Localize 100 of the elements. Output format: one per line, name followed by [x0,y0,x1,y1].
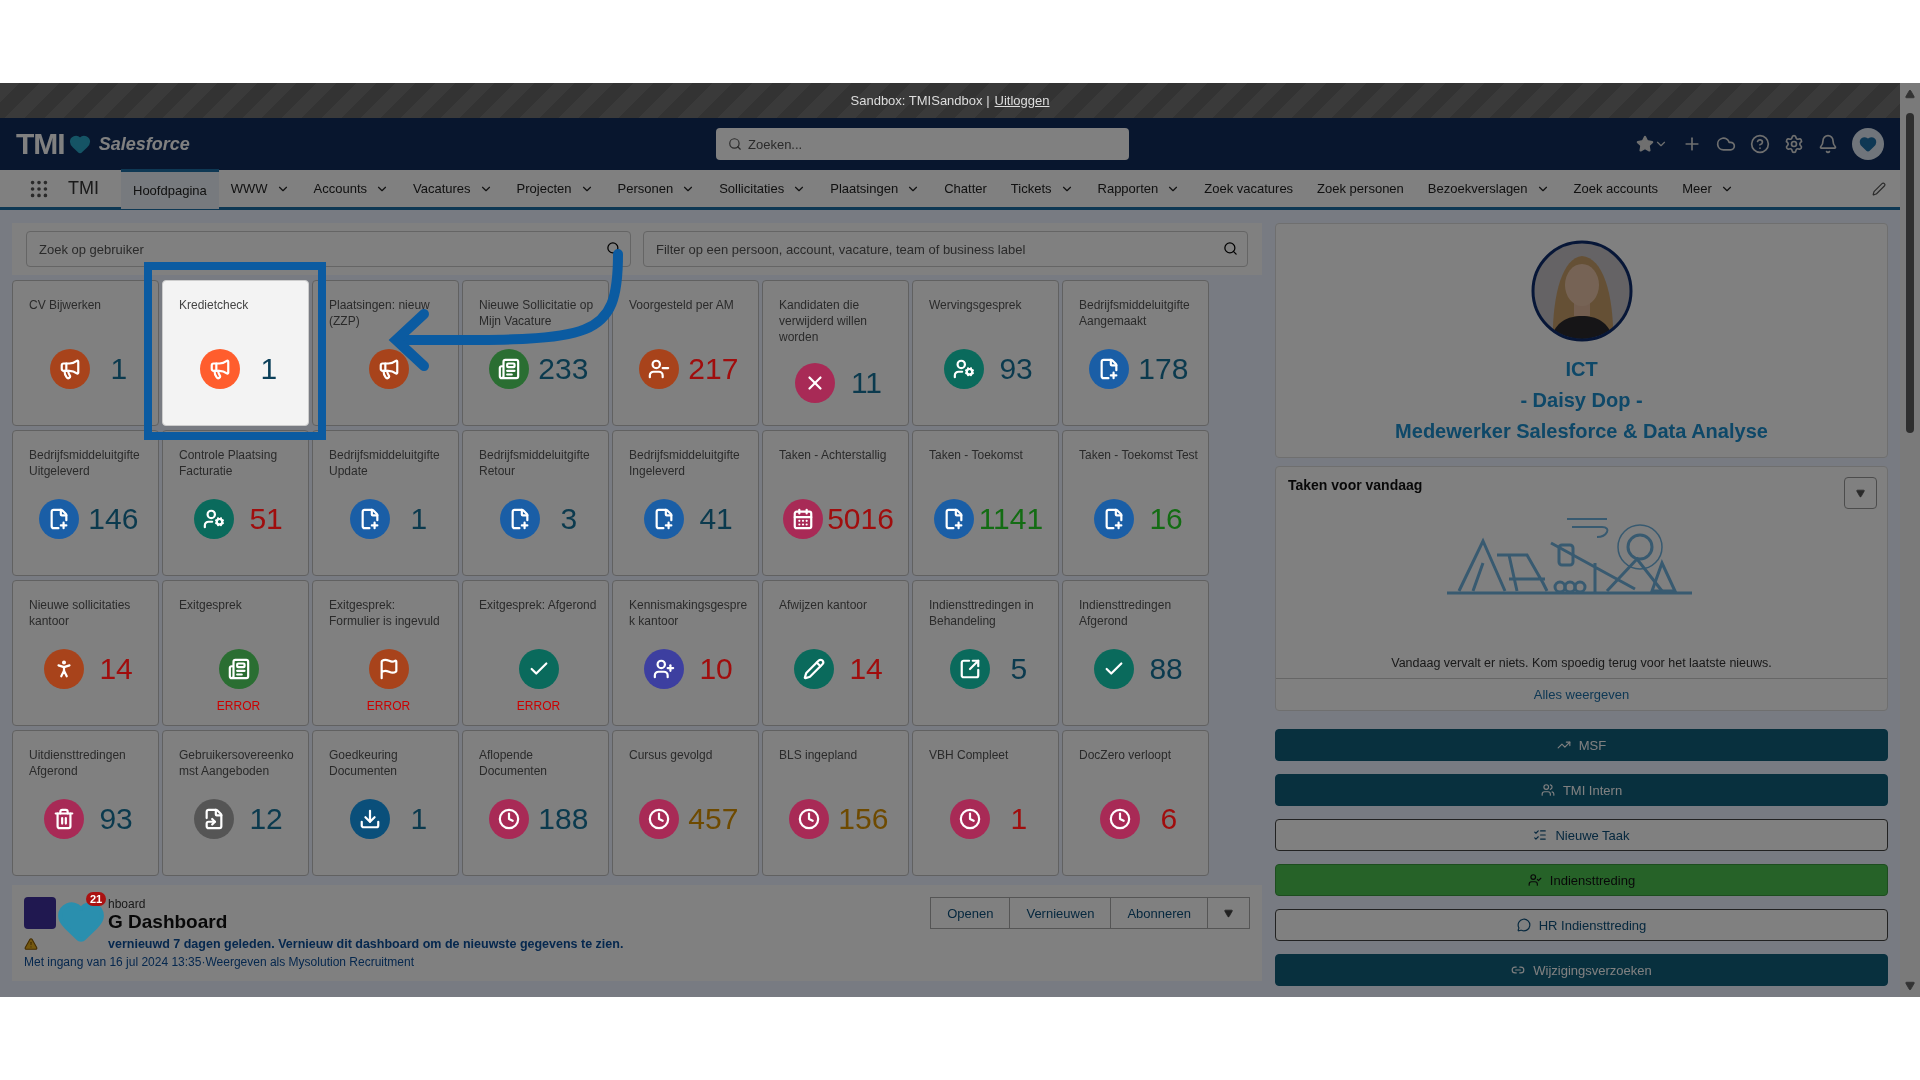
dashboard-tile[interactable]: Voorgesteld per AM 217 [612,280,759,426]
favorites-button[interactable] [1636,135,1668,153]
tile-label: Exitgesprek [179,597,243,614]
nav-tab[interactable]: Hoofdpagina [121,168,219,209]
dashboard-meta: Met ingang van 16 jul 2024 13:35·Weergeven als Mysolution Recruitment [24,955,415,969]
edit-icon[interactable] [1872,181,1886,196]
dashboard-tile[interactable]: Cursus gevolgd 457 [612,730,759,876]
dashboard-tile[interactable]: Controle Plaatsing Facturatie 51 [162,430,309,576]
dashboard-tile[interactable]: Indiensttredingen in Behandeling 5 [912,580,1059,726]
view-all-link[interactable]: Alles weergeven [1276,678,1887,710]
nav-tab[interactable]: Accounts [301,168,402,209]
dashboard-tile[interactable]: Aflopende Documenten 188 [462,730,609,876]
action-button[interactable]: MSF [1275,729,1888,761]
dashboard-tile[interactable]: Bedrijfsmiddeluitgifte Uitgeleverd 146 [12,430,159,576]
tile-value: 1 [410,802,428,836]
nav-tab[interactable]: Meer [1670,168,1746,209]
settings-icon[interactable] [1784,134,1804,154]
empty-message: Vandaag vervalt er niets. Kom spoedig terug voor het laatste nieuws. [1390,656,1773,672]
dashboard-button[interactable]: Vernieuwen [1009,897,1112,929]
user-avatar[interactable] [1852,128,1884,160]
more-button[interactable] [1207,897,1250,929]
nav-tab[interactable]: Tickets [998,168,1086,209]
profile-line: ICT [1565,357,1598,382]
tile-label: Nieuwe sollicitaties kantoor [29,597,132,630]
scroll-down-icon[interactable] [1905,981,1915,991]
error-text: ERROR [515,699,562,713]
nav-tab[interactable]: Personen [605,168,708,209]
nav-tab[interactable]: Projecten [504,168,606,209]
dashboard-tile[interactable]: VBH Compleet 1 [912,730,1059,876]
dashboard-tile[interactable]: Gebruikersovereenkomst Aangeboden 12 [162,730,309,876]
nav-tab[interactable]: Plaatsingen [818,168,933,209]
notification-count: 21 [86,892,107,906]
dashboard-tile[interactable]: BLS ingepland 156 [762,730,909,876]
search-icon [1223,241,1238,256]
dashboard-tile[interactable]: Wervingsgesprek 93 [912,280,1059,426]
scroll-thumb[interactable] [1906,113,1914,433]
nav-tab[interactable]: Sollicitaties [707,168,819,209]
dashboard-tile[interactable]: Exitgesprek: Afgerond ERROR [462,580,609,726]
tile-label: Kredietcheck [179,297,250,314]
dashboard-button[interactable]: Abonneren [1110,897,1208,929]
action-button[interactable]: HR Indiensttreding [1275,909,1888,941]
dashboard-tile[interactable]: Bedrijfsmiddeluitgifte Retour 3 [462,430,609,576]
dashboard-tile[interactable]: Afwijzen kantoor 14 [762,580,909,726]
tile-value: 5 [1010,652,1028,686]
action-button[interactable]: TMI Intern [1275,774,1888,806]
dashboard-tile[interactable]: Exitgesprek: Formulier is ingevuld ERROR [312,580,459,726]
tile-value: 217 [688,352,739,386]
dashboard-tile[interactable]: Bedrijfsmiddeluitgifte Update 1 [312,430,459,576]
dashboard-tile[interactable]: Uitdiensttredingen Afgerond 93 [12,730,159,876]
dashboard-tile[interactable]: Exitgesprek ERROR [162,580,309,726]
tile-label: Bedrijfsmiddeluitgifte Aangemaakt [1079,297,1191,330]
dashboard-tile[interactable]: Nieuwe sollicitaties kantoor 14 [12,580,159,726]
scrollbar[interactable] [1900,83,1920,997]
logout-link[interactable]: Uitloggen [994,93,1050,108]
dashboard-tile[interactable]: Indiensttredingen Afgerond 88 [1062,580,1209,726]
tile-label: Cursus gevolgd [629,747,714,764]
tile-label: CV Bijwerken [29,297,103,314]
bell-icon[interactable] [1818,134,1838,154]
caret-icon [1856,488,1865,498]
dashboard-tile[interactable]: Taken - Achterstallig 5016 [762,430,909,576]
dashboard-tile[interactable]: Bedrijfsmiddeluitgifte Ingeleverd 41 [612,430,759,576]
nav-tab[interactable]: Vacatures [401,168,505,209]
tile-label: Taken - Toekomst Test [1079,447,1198,464]
dashboard-tile[interactable]: Taken - Toekomst 1141 [912,430,1059,576]
dashboard-tile[interactable]: Kennismakingsgesprek kantoor 10 [612,580,759,726]
nav-tab[interactable]: Bezoekverslagen [1415,168,1562,209]
nav-tab[interactable]: WWW [218,168,302,209]
dashboard-tile[interactable]: Nieuwe Sollicitatie op Mijn Vacature 233 [462,280,609,426]
scroll-up-icon[interactable] [1905,89,1915,99]
filter-field[interactable]: Filter op een persoon, account, vacature, team of business label [643,231,1248,267]
nav-tab[interactable]: Zoek personen [1305,168,1416,209]
tile-label: Bedrijfsmiddeluitgifte Retour [479,447,591,480]
user-check-icon [1527,873,1542,887]
search-field[interactable]: Zoeken... [716,128,1129,160]
dashboard-tile[interactable]: Kredietcheck 1 [162,280,309,426]
dashboard-tile[interactable]: Taken - Toekomst Test 16 [1062,430,1209,576]
tile-value: 3 [560,502,578,536]
dashboard-tile[interactable]: DocZero verloopt 6 [1062,730,1209,876]
action-button[interactable]: Nieuwe Taak [1275,819,1888,851]
nav-tab[interactable]: Zoek accounts [1561,168,1671,209]
action-button[interactable]: Indiensttreding [1275,864,1888,896]
app-name: TMI [68,178,99,199]
dashboard-button[interactable]: Openen [930,897,1011,929]
heart-icon [68,133,91,155]
dashboard-tile[interactable]: Bedrijfsmiddeluitgifte Aangemaakt 178 [1062,280,1209,426]
dashboard-tile[interactable]: Kandidaten die verwijderd willen worden 11 [762,280,909,426]
cloud-icon[interactable] [1716,134,1736,154]
dashboard-tile[interactable]: Goedkeuring Documenten 1 [312,730,459,876]
user-search-field[interactable]: Zoek op gebruiker [26,231,631,267]
nav-tab[interactable]: Chatter [932,168,999,209]
tile-label: Indiensttredingen in Behandeling [929,597,1035,630]
dashboard-tile[interactable]: CV Bijwerken 1 [12,280,159,426]
tile-value: 1 [1010,802,1028,836]
tile-value: 93 [99,802,133,836]
help-icon[interactable] [1750,134,1770,154]
nav-tab[interactable]: Rapporten [1085,168,1193,209]
nav-tab[interactable]: Zoek vacatures [1192,168,1306,209]
dropdown-button[interactable] [1844,477,1877,509]
tile-value: 233 [538,352,589,386]
action-button[interactable]: Wijzigingsverzoeken [1275,954,1888,986]
